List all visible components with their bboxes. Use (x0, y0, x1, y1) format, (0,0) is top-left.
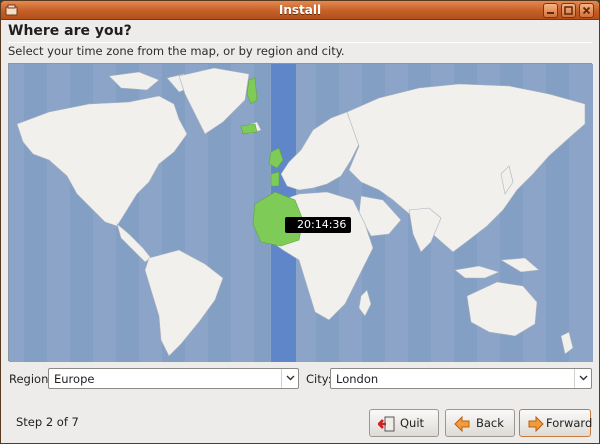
window-title: Install (278, 3, 322, 17)
minimize-icon (547, 12, 554, 14)
quit-button[interactable]: Quit (369, 409, 439, 437)
chevron-down-icon (579, 375, 588, 381)
forward-label: Forward (546, 416, 593, 430)
forward-button[interactable]: Forward (519, 409, 593, 437)
city-label: City: (306, 372, 332, 386)
instruction-text: Select your time zone from the map, or b… (8, 44, 345, 58)
timezone-map[interactable]: 20:14:36 (8, 63, 593, 362)
city-value: London (336, 372, 379, 386)
chevron-down-icon (286, 375, 295, 381)
title-bar[interactable]: Install (1, 1, 599, 20)
header-divider (8, 42, 592, 43)
city-dropdown-toggle[interactable] (574, 369, 591, 388)
maximize-button[interactable] (561, 3, 576, 18)
region-select[interactable]: Europe (48, 368, 299, 389)
arrow-left-icon (454, 416, 470, 432)
installer-window: Install Where are you? Select your time … (0, 0, 600, 444)
page-title: Where are you? (8, 23, 132, 39)
world-map-graphic (9, 64, 593, 362)
minimize-button[interactable] (543, 3, 558, 18)
back-button[interactable]: Back (445, 409, 515, 437)
arrow-right-icon (528, 416, 544, 432)
region-value: Europe (54, 372, 95, 386)
time-tooltip: 20:14:36 (285, 217, 352, 233)
quit-label: Quit (400, 416, 425, 430)
exit-door-icon (378, 416, 395, 432)
step-indicator: Step 2 of 7 (16, 415, 79, 429)
close-icon (582, 6, 591, 15)
back-label: Back (476, 416, 504, 430)
city-select[interactable]: London (330, 368, 592, 389)
region-label: Region: (9, 372, 53, 386)
close-button[interactable] (579, 3, 594, 18)
maximize-icon (564, 6, 573, 15)
region-dropdown-toggle[interactable] (281, 369, 298, 388)
